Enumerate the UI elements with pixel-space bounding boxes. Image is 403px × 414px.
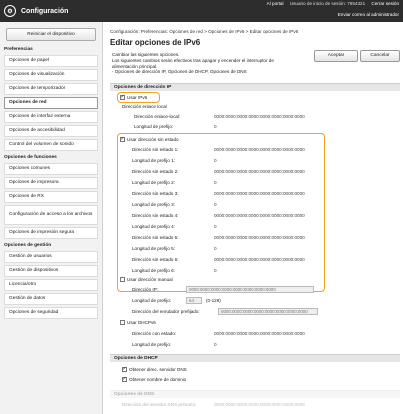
use-ipv6-label: Usar IPv6 (127, 95, 148, 100)
manual-router-label: Dirección del enrutador prefijado: (132, 309, 200, 314)
stateless-address-6-value: 0000:0000:0000:0000:0000:0000:0000:0000 (214, 257, 305, 262)
section-dhcp: Opciones de DHCP (110, 354, 400, 362)
sidebar-item-devices[interactable]: Gestión de dispositivos (4, 265, 98, 277)
stateless-prefix-6-label: Longitud de prefijo 6: (132, 268, 175, 273)
stateless-prefix-4-value: 0 (214, 224, 217, 229)
sidebar-item-common[interactable]: Opciones comunes (4, 163, 98, 175)
portal-link[interactable]: Al portal (267, 1, 284, 6)
dhcp-address-value: 0000:0000:0000:0000:0000:0000:0000:0000 (214, 331, 305, 336)
sidebar-item-security[interactable]: Opciones de seguridad (4, 307, 98, 319)
sidebar-heading-functions: Opciones de funciones (4, 155, 57, 160)
dns-primary-value: 0000:0000:0000:0000:0000:0000:0000:0000 (214, 402, 305, 407)
note-line: - Opciones de dirección IP, Opciones de … (112, 69, 247, 75)
stateless-address-checkbox[interactable]: ✓ (120, 137, 125, 142)
sidebar-heading-preferences: Preferencias (4, 47, 33, 52)
sidebar-item-file-access[interactable]: Configuración de acceso a los archivos (4, 205, 98, 225)
stateless-prefix-1-label: Longitud de prefijo 1: (132, 158, 175, 163)
obtain-dns-checkbox[interactable]: ✓ (122, 367, 127, 372)
sidebar-heading-management: Opciones de gestión (4, 243, 52, 248)
stateless-prefix-6-value: 0 (214, 268, 217, 273)
sidebar-item-secure-print[interactable]: Opciones de impresión segura (4, 227, 98, 239)
restart-device-button[interactable]: Reiniciar el dispositivo (6, 28, 96, 41)
use-ipv6-checkbox[interactable]: ✓ (120, 95, 125, 100)
obtain-dns-label: Obtener direc. servidor DNS (129, 367, 187, 372)
sidebar-item-timer[interactable]: Opciones de temporizador (4, 83, 98, 95)
stateless-address-5-value: 0000:0000:0000:0000:0000:0000:0000:0000 (214, 235, 305, 240)
dns-primary-label: Dirección del servidor DNS primario: (122, 402, 197, 407)
stateless-address-6-label: Dirección sin estado 6: (132, 257, 179, 262)
stateless-prefix-3-label: Longitud de prefijo 3: (132, 202, 175, 207)
link-local-address-value: 0000:0000:0000:0000:0000:0000:0000:0000 (214, 114, 305, 119)
login-user-info: Usuario de inicio de sesión: 7654321 (289, 1, 366, 6)
obtain-domain-label: Obtener nombre de dominio (129, 377, 187, 382)
stateless-address-1-label: Dirección sin estado 1: (132, 147, 179, 152)
sidebar-item-printer[interactable]: Opciones de impresora (4, 177, 98, 189)
dhcpv6-checkbox[interactable] (120, 320, 125, 325)
dhcpv6-label: Usar DHCPv6 (127, 320, 156, 325)
stateless-prefix-5-value: 0 (214, 246, 217, 251)
sidebar-item-volume[interactable]: Control del volumen de sonido (4, 139, 98, 151)
section-ip-address: Opciones de dirección IP (110, 83, 400, 91)
link-local-heading: Dirección enlace local (122, 104, 167, 109)
sidebar-item-paper[interactable]: Opciones de papel (4, 55, 98, 67)
app-title: Configuración (21, 7, 69, 15)
sidebar-item-users[interactable]: Gestión de usuarios (4, 251, 98, 263)
sidebar-item-display[interactable]: Opciones de visualización (4, 69, 98, 81)
sidebar-item-rx[interactable]: Opciones de RX (4, 191, 98, 203)
stateless-prefix-5-label: Longitud de prefijo 5: (132, 246, 175, 251)
manual-router-input[interactable]: 0000:0000:0000:0000:0000:0000:0000:0000 (218, 308, 318, 315)
link-local-address-label: Dirección enlace-local: (134, 114, 181, 119)
logout-link[interactable]: Cerrar sesión (371, 1, 399, 6)
dhcp-prefix-label: Longitud de prefijo: (132, 342, 172, 347)
info-note: Cambiar las siguientes opciones. Los sig… (112, 52, 312, 75)
stateless-address-3-value: 0000:0000:0000:0000:0000:0000:0000:0000 (214, 191, 305, 196)
stateless-address-label: Usar dirección sin estado (127, 137, 179, 142)
manual-ip-label: Dirección IP: (132, 287, 159, 292)
stateless-address-4-label: Dirección sin estado 4: (132, 213, 179, 218)
email-admin-link[interactable]: Enviar correo al administrador (338, 12, 399, 17)
manual-ip-input[interactable]: 0000:0000:0000:0000:0000:0000:0000:0000 (186, 286, 314, 293)
sidebar-item-network[interactable]: Opciones de red (4, 97, 98, 109)
top-links: Al portal Usuario de inicio de sesión: 7… (262, 1, 399, 6)
dhcp-address-label: Dirección con estado: (132, 331, 177, 336)
dhcp-prefix-value: 0 (214, 342, 217, 347)
manual-address-checkbox[interactable] (120, 277, 125, 282)
manual-prefix-label: Longitud de prefijo: (132, 298, 172, 303)
stateless-prefix-2-label: Longitud de prefijo 2: (132, 180, 175, 185)
manual-prefix-range: (0-128) (206, 298, 221, 303)
stateless-prefix-1-value: 0 (214, 158, 217, 163)
stateless-address-2-label: Dirección sin estado 2: (132, 169, 179, 174)
stateless-prefix-4-label: Longitud de prefijo 4: (132, 224, 175, 229)
link-local-prefix-label: Longitud de prefijo: (134, 124, 174, 129)
page-title: Editar opciones de IPv6 (110, 38, 201, 47)
settings-logo-icon: ⚙ (4, 5, 16, 17)
sidebar-item-external-interface[interactable]: Opciones de interfaz externa (4, 111, 98, 123)
stateless-address-1-value: 0000:0000:0000:0000:0000:0000:0000:0000 (214, 147, 305, 152)
sidebar-item-accessibility[interactable]: Opciones de accesibilidad (4, 125, 98, 137)
breadcrumb: Configuración: Preferencias: Opciones de… (110, 29, 299, 34)
main-content: Configuración: Preferencias: Opciones de… (108, 22, 400, 414)
section-dns: Opciones de DNS (110, 390, 400, 398)
sidebar-item-license[interactable]: Licencia/otro (4, 279, 98, 291)
stateless-address-5-label: Dirección sin estado 5: (132, 235, 179, 240)
stateless-prefix-2-value: 0 (214, 180, 217, 185)
sidebar: Reiniciar el dispositivo Preferencias Op… (0, 22, 103, 414)
obtain-domain-checkbox[interactable]: ✓ (122, 377, 127, 382)
link-local-prefix-value: 0 (214, 124, 217, 129)
stateless-address-4-value: 0000:0000:0000:0000:0000:0000:0000:0000 (214, 213, 305, 218)
cancel-button[interactable]: Cancelar (360, 50, 400, 62)
apply-button[interactable]: Aceptar (314, 50, 358, 62)
app-brand: ⚙ Configuración (4, 4, 68, 18)
manual-prefix-input[interactable]: 64 (186, 297, 202, 304)
stateless-address-2-value: 0000:0000:0000:0000:0000:0000:0000:0000 (214, 169, 305, 174)
sidebar-item-data[interactable]: Gestión de datos (4, 293, 98, 305)
stateless-address-3-label: Dirección sin estado 3: (132, 191, 179, 196)
top-bar: ⚙ Configuración Al portal Usuario de ini… (0, 0, 403, 22)
manual-address-label: Usar dirección manual (127, 277, 173, 282)
stateless-prefix-3-value: 0 (214, 202, 217, 207)
